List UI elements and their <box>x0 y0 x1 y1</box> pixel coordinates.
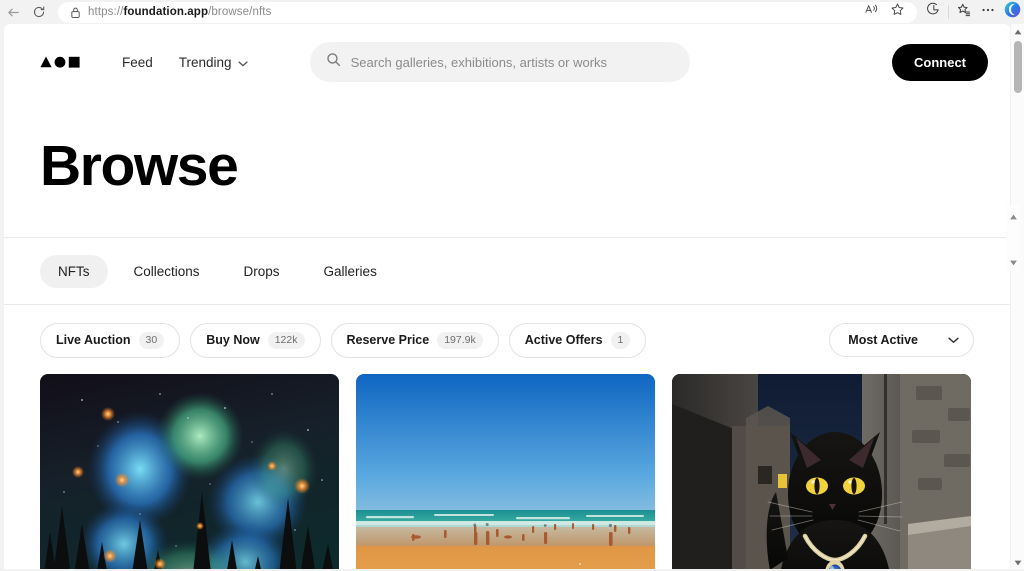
nav-item-feed[interactable]: Feed <box>122 55 153 70</box>
lock-icon <box>66 6 84 19</box>
filters-row: Live Auction 30 Buy Now 122k Reserve Pri… <box>4 305 1010 374</box>
page-viewport: Feed Trending Connect Browse NFTs Collec… <box>4 24 1010 569</box>
chevron-down-icon <box>948 333 959 347</box>
search-icon <box>326 52 341 72</box>
category-tabs: NFTs Collections Drops Galleries <box>4 237 1010 305</box>
collections-icon <box>956 2 972 23</box>
star-icon <box>890 2 905 22</box>
hero-section: Browse <box>4 100 1010 237</box>
filter-chip-label: Live Auction <box>56 333 131 348</box>
browser-toolbar: https://foundation.app/browse/nfts <box>0 0 1024 24</box>
scroll-down-arrow-icon <box>1009 253 1018 271</box>
read-aloud-button[interactable] <box>859 1 883 23</box>
filter-chip-reserve-price[interactable]: Reserve Price 197.9k <box>330 323 499 358</box>
scroll-up-arrow-icon <box>1009 207 1018 225</box>
url-path: /browse/nfts <box>208 6 272 18</box>
inner-scroll-up-button[interactable] <box>1006 209 1020 223</box>
page-title: Browse <box>40 134 239 198</box>
reload-button[interactable] <box>26 1 52 23</box>
nft-artwork-image <box>40 373 339 569</box>
tab-drops[interactable]: Drops <box>226 255 298 288</box>
browser-essentials-icon <box>926 2 941 22</box>
inner-scrollbar[interactable] <box>1006 205 1020 271</box>
nft-artwork-image <box>672 373 971 569</box>
more-options-button[interactable] <box>976 1 1000 23</box>
back-button[interactable] <box>0 1 26 23</box>
nft-card-beach[interactable] <box>356 373 655 569</box>
tab-nfts[interactable]: NFTs <box>40 254 108 288</box>
nft-card-black-cat[interactable] <box>672 373 971 569</box>
scroll-down-arrow-icon <box>1014 553 1022 571</box>
filter-chip-buy-now[interactable]: Buy Now 122k <box>190 323 321 358</box>
filter-chip-label: Active Offers <box>524 333 603 348</box>
page-scroll-thumb[interactable] <box>1014 41 1022 93</box>
scroll-up-arrow-icon <box>1014 22 1022 40</box>
filter-chip-count: 30 <box>138 332 165 349</box>
filter-chip-live-auction[interactable]: Live Auction 30 <box>40 323 181 358</box>
inner-scroll-down-button[interactable] <box>1006 255 1020 269</box>
connect-button[interactable]: Connect <box>892 43 988 81</box>
tab-collections[interactable]: Collections <box>116 255 218 288</box>
filter-chip-count: 197.9k <box>437 332 483 349</box>
read-aloud-icon <box>864 2 879 22</box>
nav-item-label: Trending <box>178 54 232 70</box>
address-bar[interactable]: https://foundation.app/browse/nfts <box>58 1 917 23</box>
search-input[interactable] <box>350 54 674 70</box>
copilot-icon <box>1003 0 1022 24</box>
page-scroll-down-button[interactable] <box>1011 555 1024 569</box>
primary-nav: Feed Trending <box>122 55 248 70</box>
collections-button[interactable] <box>952 1 976 23</box>
toolbar-divider <box>948 5 949 19</box>
omnibox-actions <box>859 1 909 23</box>
sort-dropdown[interactable]: Most Active <box>829 323 974 358</box>
filter-chip-active-offers[interactable]: Active Offers 1 <box>508 323 647 358</box>
copilot-button[interactable] <box>1000 1 1024 23</box>
foundation-logo[interactable] <box>40 56 80 69</box>
site-header: Feed Trending Connect <box>4 24 1010 100</box>
back-arrow-icon <box>6 5 21 20</box>
nav-item-label: Feed <box>122 54 153 70</box>
nft-artwork-image <box>356 373 655 569</box>
add-favorite-button[interactable] <box>885 1 909 23</box>
filter-chip-count: 122k <box>267 332 305 349</box>
page-scroll-up-button[interactable] <box>1011 24 1024 38</box>
nft-card-cosmic-forest[interactable] <box>40 373 339 569</box>
url-text: https://foundation.app/browse/nfts <box>88 6 271 18</box>
reload-icon <box>32 5 46 19</box>
filter-chip-count: 1 <box>610 332 631 349</box>
more-options-icon <box>980 2 996 23</box>
tab-galleries[interactable]: Galleries <box>306 255 395 288</box>
browser-essentials-button[interactable] <box>921 1 945 23</box>
sort-dropdown-value: Most Active <box>848 333 918 348</box>
filter-chip-label: Reserve Price <box>346 333 430 348</box>
filter-chip-label: Buy Now <box>206 333 260 348</box>
chevron-down-icon <box>237 55 248 70</box>
url-scheme: https:// <box>88 6 124 18</box>
page-scrollbar[interactable] <box>1010 24 1024 569</box>
nav-item-trending[interactable]: Trending <box>179 55 248 70</box>
search-bar[interactable] <box>309 42 690 82</box>
nft-grid <box>4 373 1010 569</box>
url-domain: foundation.app <box>123 6 209 18</box>
